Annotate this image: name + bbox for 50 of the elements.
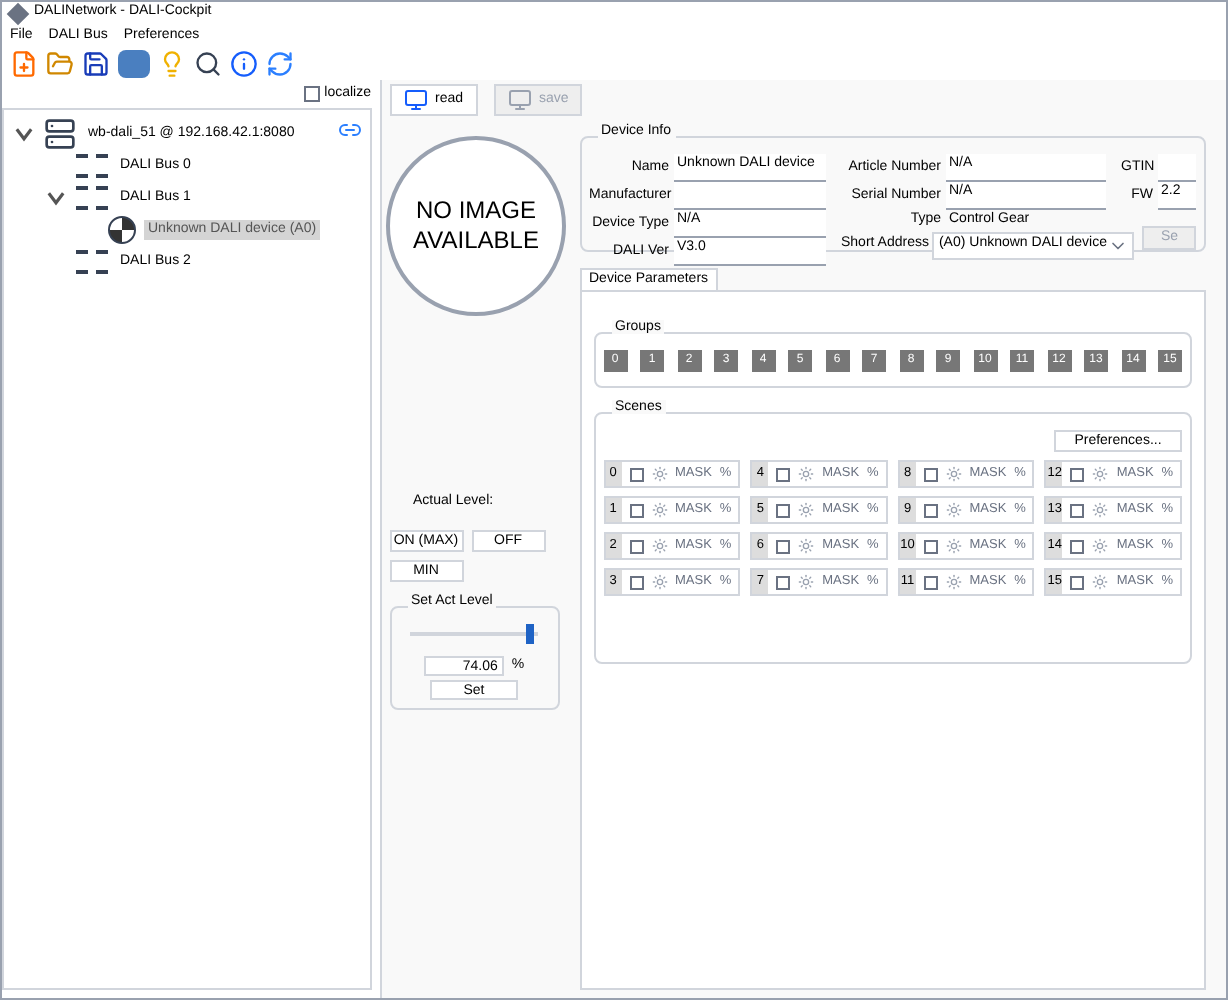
save-icon	[82, 50, 110, 78]
scene-checkbox[interactable]	[1070, 503, 1085, 517]
monitor-icon	[507, 88, 532, 112]
scene-checkbox[interactable]	[629, 467, 643, 481]
sun-icon	[798, 538, 815, 554]
scene-checkbox[interactable]	[629, 575, 643, 589]
sun-icon	[651, 466, 667, 482]
sun-icon	[1092, 502, 1109, 518]
link-icon[interactable]	[337, 118, 361, 142]
input-field[interactable]	[1157, 154, 1196, 182]
scene-checkbox[interactable]	[776, 575, 791, 589]
lightbulb-icon	[158, 50, 186, 78]
scene-checkbox[interactable]	[923, 575, 938, 589]
sun-icon	[945, 466, 962, 482]
scene-checkbox[interactable]	[776, 539, 791, 553]
sun-icon	[1092, 574, 1109, 590]
sun-icon	[798, 574, 815, 590]
scene-checkbox[interactable]	[629, 539, 643, 553]
scene-checkbox[interactable]	[776, 503, 791, 517]
scene-checkbox[interactable]	[1070, 467, 1085, 481]
refresh-icon	[266, 50, 294, 78]
sun-icon	[651, 502, 667, 518]
sun-icon	[945, 502, 962, 518]
info-icon	[230, 50, 258, 78]
sun-icon	[1092, 538, 1109, 554]
sun-icon	[651, 574, 667, 590]
sun-icon	[651, 538, 667, 554]
scene-checkbox[interactable]	[629, 503, 643, 517]
sun-icon	[798, 466, 815, 482]
sun-icon	[945, 538, 962, 554]
app-icon	[6, 2, 30, 25]
device-icon	[108, 216, 136, 244]
slider-thumb[interactable]	[525, 623, 534, 643]
search-icon	[194, 50, 222, 78]
scene-checkbox[interactable]	[1070, 539, 1085, 553]
sun-icon	[1092, 466, 1109, 482]
scene-checkbox[interactable]	[923, 467, 938, 481]
new-file-icon	[10, 50, 38, 78]
sun-icon	[798, 502, 815, 518]
scene-checkbox[interactable]	[776, 467, 791, 481]
scene-checkbox[interactable]	[923, 503, 938, 517]
monitor-icon	[403, 88, 427, 112]
no-image-text: NO IMAGE AVAILABLE	[411, 196, 541, 256]
input-field[interactable]	[673, 182, 825, 210]
scene-checkbox[interactable]	[923, 539, 938, 553]
scene-checkbox[interactable]	[1070, 575, 1085, 589]
server-icon	[44, 118, 76, 150]
open-folder-icon	[46, 50, 74, 78]
sun-icon	[945, 574, 962, 590]
localize-checkbox[interactable]	[304, 86, 321, 102]
